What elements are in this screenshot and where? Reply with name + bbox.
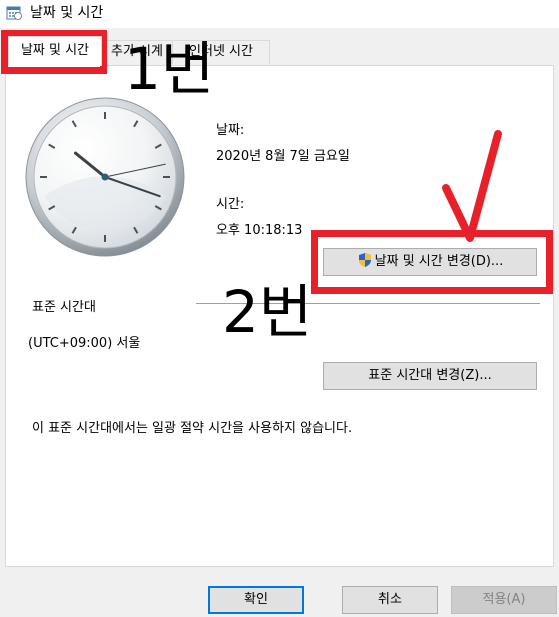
window-title: 날짜 및 시간 <box>30 5 104 21</box>
cancel-label: 취소 <box>378 592 402 607</box>
apply-label: 적용(A) <box>482 592 526 607</box>
annotation-box-2 <box>311 230 553 294</box>
title-bar: 날짜 및 시간 <box>0 0 559 28</box>
tab-date-time[interactable]: 날짜 및 시간 <box>8 36 102 66</box>
date-time-calendar-icon <box>6 6 22 20</box>
ok-label: 확인 <box>244 592 268 607</box>
ok-button[interactable]: 확인 <box>208 586 304 614</box>
timezone-heading: 표준 시간대 <box>32 300 96 315</box>
annotation-label-2: 2번 <box>222 278 313 346</box>
time-label: 시간: <box>216 197 245 212</box>
clock-center-pin <box>101 173 109 181</box>
date-value: 2020년 8월 7일 금요일 <box>216 149 350 164</box>
change-timezone-label: 표준 시간대 변경(Z)... <box>368 368 492 383</box>
annotation-label-1: 1번 <box>124 35 215 103</box>
timezone-value: (UTC+09:00) 서울 <box>28 336 141 351</box>
analog-clock <box>25 97 185 257</box>
dst-note: 이 표준 시간대에서는 일광 절약 시간을 사용하지 않습니다. <box>32 421 353 436</box>
cancel-button[interactable]: 취소 <box>342 586 438 614</box>
annotation-checkmark <box>442 130 502 242</box>
tab-date-time-label: 날짜 및 시간 <box>20 43 90 58</box>
apply-button[interactable]: 적용(A) <box>451 586 557 614</box>
date-label: 날짜: <box>216 123 245 138</box>
time-value: 오후 10:18:13 <box>216 223 303 238</box>
change-timezone-button[interactable]: 표준 시간대 변경(Z)... <box>323 362 537 390</box>
